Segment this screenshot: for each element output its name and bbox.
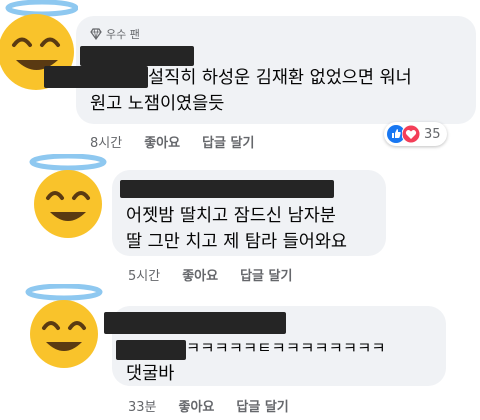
like-link[interactable]: 좋아요 — [144, 132, 180, 151]
reply-link[interactable]: 답글 달기 — [202, 132, 254, 151]
comment-time[interactable]: 5시간 — [128, 265, 160, 284]
reaction-count: 35 — [424, 126, 441, 142]
comment-text-line: 딸 그만 치고 제 탐라 들어와요 — [126, 232, 348, 252]
smiling-face-with-halo-icon — [25, 283, 103, 368]
redacted-mention[interactable] — [44, 66, 148, 88]
badge-label: 우수 팬 — [106, 28, 140, 41]
redacted-mention[interactable] — [116, 340, 186, 360]
comment-time[interactable]: 8시간 — [90, 132, 122, 151]
smiling-face-with-halo-icon — [29, 153, 107, 238]
comment-text-line: ㅋㅋㅋㅋㅋㅌㅋㅋㅋㅋㅋㅋㅋㅋ — [186, 339, 386, 357]
comment-time[interactable]: 33분 — [128, 396, 157, 415]
reply-link[interactable]: 답글 달기 — [240, 265, 292, 284]
love-icon — [402, 125, 420, 143]
comment-text-line: 원고 노잼이였을듯 — [90, 94, 225, 114]
comment-meta: 8시간 좋아요 답글 달기 — [90, 132, 276, 151]
redacted-username[interactable] — [120, 180, 334, 198]
reply-link[interactable]: 답글 달기 — [236, 396, 288, 415]
like-link[interactable]: 좋아요 — [182, 265, 218, 284]
comment-text-line: 설직히 하성운 김재환 없었으면 워너 — [148, 68, 412, 88]
diamond-icon — [90, 28, 102, 40]
top-fan-badge[interactable]: 우수 팬 — [90, 26, 140, 42]
comment-meta: 5시간 좋아요 답글 달기 — [128, 265, 314, 284]
redacted-username[interactable] — [104, 312, 286, 334]
comment-text-line: 댓굴바 — [126, 364, 175, 384]
comment-text-line: 어젯밤 딸치고 잠드신 남자분 — [126, 206, 336, 226]
reaction-summary[interactable]: 35 — [384, 122, 447, 146]
redacted-username[interactable] — [80, 46, 194, 66]
commenter-avatar[interactable] — [28, 153, 108, 238]
comment-meta: 33분 좋아요 답글 달기 — [128, 396, 311, 415]
like-link[interactable]: 좋아요 — [179, 396, 215, 415]
commenter-avatar[interactable] — [22, 283, 106, 370]
